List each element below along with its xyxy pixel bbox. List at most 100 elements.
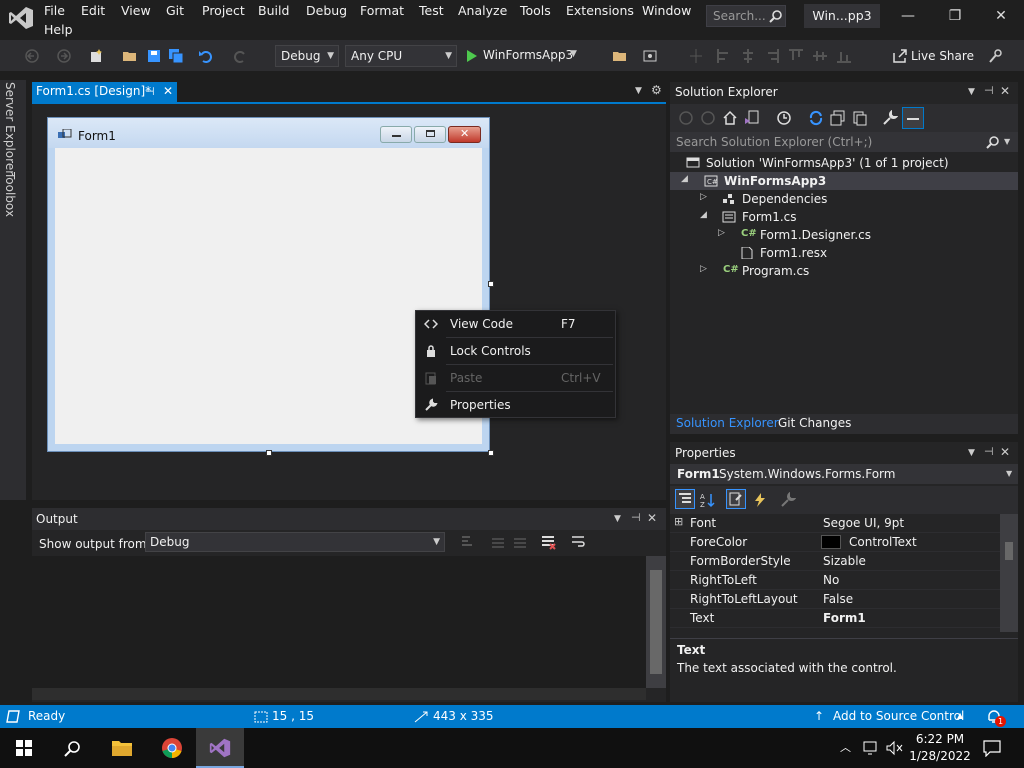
server-explorer-tab[interactable]: Server Explorer [3, 82, 17, 175]
output-source-dropdown[interactable]: Debug ▼ [145, 532, 445, 552]
property-pages-wrench-icon[interactable] [780, 492, 796, 508]
resize-handle-bottom[interactable] [266, 450, 272, 456]
switch-views-icon[interactable] [744, 110, 760, 126]
save-icon[interactable] [146, 48, 162, 64]
live-share-button[interactable]: Live Share [911, 49, 974, 63]
minimize-icon[interactable]: — [886, 4, 930, 28]
context-menu-lock-controls[interactable]: Lock Controls [416, 338, 615, 365]
tree-item-program-cs[interactable]: ▷ C# Program.cs [670, 262, 1018, 280]
form-maximize-icon[interactable] [414, 126, 446, 143]
expand-plus-icon[interactable]: ⊞ [674, 515, 683, 528]
property-value[interactable]: Segoe UI, 9pt [823, 516, 904, 530]
forward-icon[interactable] [700, 110, 716, 126]
scrollbar-thumb[interactable] [650, 570, 662, 674]
open-folder-icon[interactable] [122, 48, 138, 64]
property-value[interactable]: False [823, 592, 853, 606]
menu-tools[interactable]: Tools [520, 3, 551, 18]
form-close-icon[interactable]: ✕ [448, 126, 481, 143]
gear-icon[interactable]: ⚙ [651, 83, 662, 97]
property-row-forecolor[interactable]: ForeColor ControlText [670, 533, 1000, 552]
property-row-formborderstyle[interactable]: FormBorderStyle Sizable [670, 552, 1000, 571]
run-target-label[interactable]: WinFormsApp3 [483, 48, 573, 62]
network-icon[interactable] [863, 740, 881, 756]
menu-debug[interactable]: Debug [306, 3, 347, 18]
feedback-icon[interactable] [988, 48, 1004, 64]
menu-git[interactable]: Git [166, 3, 184, 18]
align-left-icon[interactable] [716, 48, 732, 64]
menu-window[interactable]: Window [642, 3, 691, 18]
properties-object-selector[interactable]: Form1 System.Windows.Forms.Form ▼ [670, 464, 1018, 484]
volume-muted-icon[interactable] [886, 740, 904, 756]
resize-handle-right[interactable] [488, 281, 494, 287]
expanded-arrow-icon[interactable]: ◢ [700, 210, 707, 220]
tree-item-project[interactable]: ◢ C# WinFormsApp3 [670, 172, 1018, 190]
chevron-up-icon[interactable]: ︿ [840, 739, 851, 755]
screenshot-icon[interactable] [642, 48, 658, 64]
restore-icon[interactable]: ❐ [933, 4, 977, 28]
previous-message-icon[interactable] [490, 534, 506, 550]
align-top-icon[interactable] [788, 48, 804, 64]
visual-studio-taskbar-button[interactable] [196, 728, 244, 768]
redo-icon[interactable] [232, 48, 248, 64]
menu-build[interactable]: Build [258, 3, 289, 18]
forward-icon[interactable] [56, 48, 72, 64]
property-row-righttoleftlayout[interactable]: RightToLeftLayout False [670, 590, 1000, 609]
property-value[interactable]: Sizable [823, 554, 866, 568]
categorized-button[interactable] [675, 489, 695, 509]
live-share-icon[interactable] [892, 48, 908, 64]
property-row-text[interactable]: Text Form1 [670, 609, 1000, 628]
close-icon[interactable]: ✕ [1000, 84, 1010, 98]
add-to-source-control-button[interactable]: Add to Source Control [833, 709, 964, 723]
close-tab-icon[interactable]: ✕ [163, 84, 173, 98]
chevron-down-icon[interactable]: ▼ [968, 448, 975, 458]
chevron-down-icon[interactable]: ▼ [570, 49, 577, 59]
scrollbar-thumb[interactable] [1005, 542, 1013, 560]
pin-icon[interactable]: ⊣ [145, 85, 155, 98]
menu-edit[interactable]: Edit [81, 3, 105, 18]
form-minimize-icon[interactable] [380, 126, 412, 143]
solution-explorer-search-input[interactable]: Search Solution Explorer (Ctrl+;) ▼ [670, 132, 1018, 152]
property-value[interactable]: Form1 [823, 611, 866, 625]
properties-wrench-icon[interactable] [882, 110, 898, 126]
search-input[interactable]: Search... [706, 5, 786, 27]
chevron-down-icon[interactable]: ▼ [968, 87, 975, 97]
close-icon[interactable]: ✕ [1000, 445, 1010, 459]
close-icon[interactable]: ✕ [979, 4, 1023, 28]
collapsed-arrow-icon[interactable]: ▷ [700, 264, 707, 274]
start-debug-icon[interactable] [464, 48, 480, 64]
word-wrap-icon[interactable] [570, 534, 586, 550]
menu-extensions[interactable]: Extensions [566, 3, 634, 18]
start-button[interactable] [0, 728, 48, 768]
show-all-files-icon[interactable] [852, 110, 868, 126]
chevron-down-icon[interactable]: ▼ [1004, 137, 1010, 146]
chevron-down-icon[interactable]: ▼ [614, 514, 621, 524]
pin-icon[interactable]: ⊣ [631, 511, 641, 524]
menu-help[interactable]: Help [44, 22, 73, 37]
menu-analyze[interactable]: Analyze [458, 3, 507, 18]
chrome-button[interactable] [148, 728, 196, 768]
next-message-icon[interactable] [512, 534, 528, 550]
home-icon[interactable] [722, 110, 738, 126]
resize-handle-corner[interactable] [488, 450, 494, 456]
chevron-up-icon[interactable]: ▲ [957, 711, 963, 720]
menu-format[interactable]: Format [360, 3, 404, 18]
properties-scrollbar[interactable] [1000, 514, 1018, 632]
tab-solution-explorer[interactable]: Solution Explorer [676, 416, 779, 430]
collapsed-arrow-icon[interactable]: ▷ [700, 192, 707, 202]
tab-git-changes[interactable]: Git Changes [778, 416, 851, 430]
sync-icon[interactable] [808, 110, 824, 126]
events-lightning-icon[interactable] [752, 492, 768, 508]
back-icon[interactable] [24, 48, 40, 64]
toolbox-tab[interactable]: Toolbox [3, 172, 17, 217]
align-bottom-icon[interactable] [836, 48, 852, 64]
tree-item-form1-resx[interactable]: Form1.resx [670, 244, 1018, 262]
align-center-icon[interactable] [740, 48, 756, 64]
context-menu-view-code[interactable]: View Code F7 [416, 311, 615, 338]
align-middle-icon[interactable] [812, 48, 828, 64]
context-menu-properties[interactable]: Properties [416, 392, 615, 419]
menu-file[interactable]: File [44, 3, 65, 18]
tree-item-dependencies[interactable]: ▷ Dependencies [670, 190, 1018, 208]
action-center-icon[interactable] [983, 739, 1001, 757]
new-project-icon[interactable] [88, 48, 104, 64]
preview-selected-items-button[interactable] [902, 107, 924, 129]
